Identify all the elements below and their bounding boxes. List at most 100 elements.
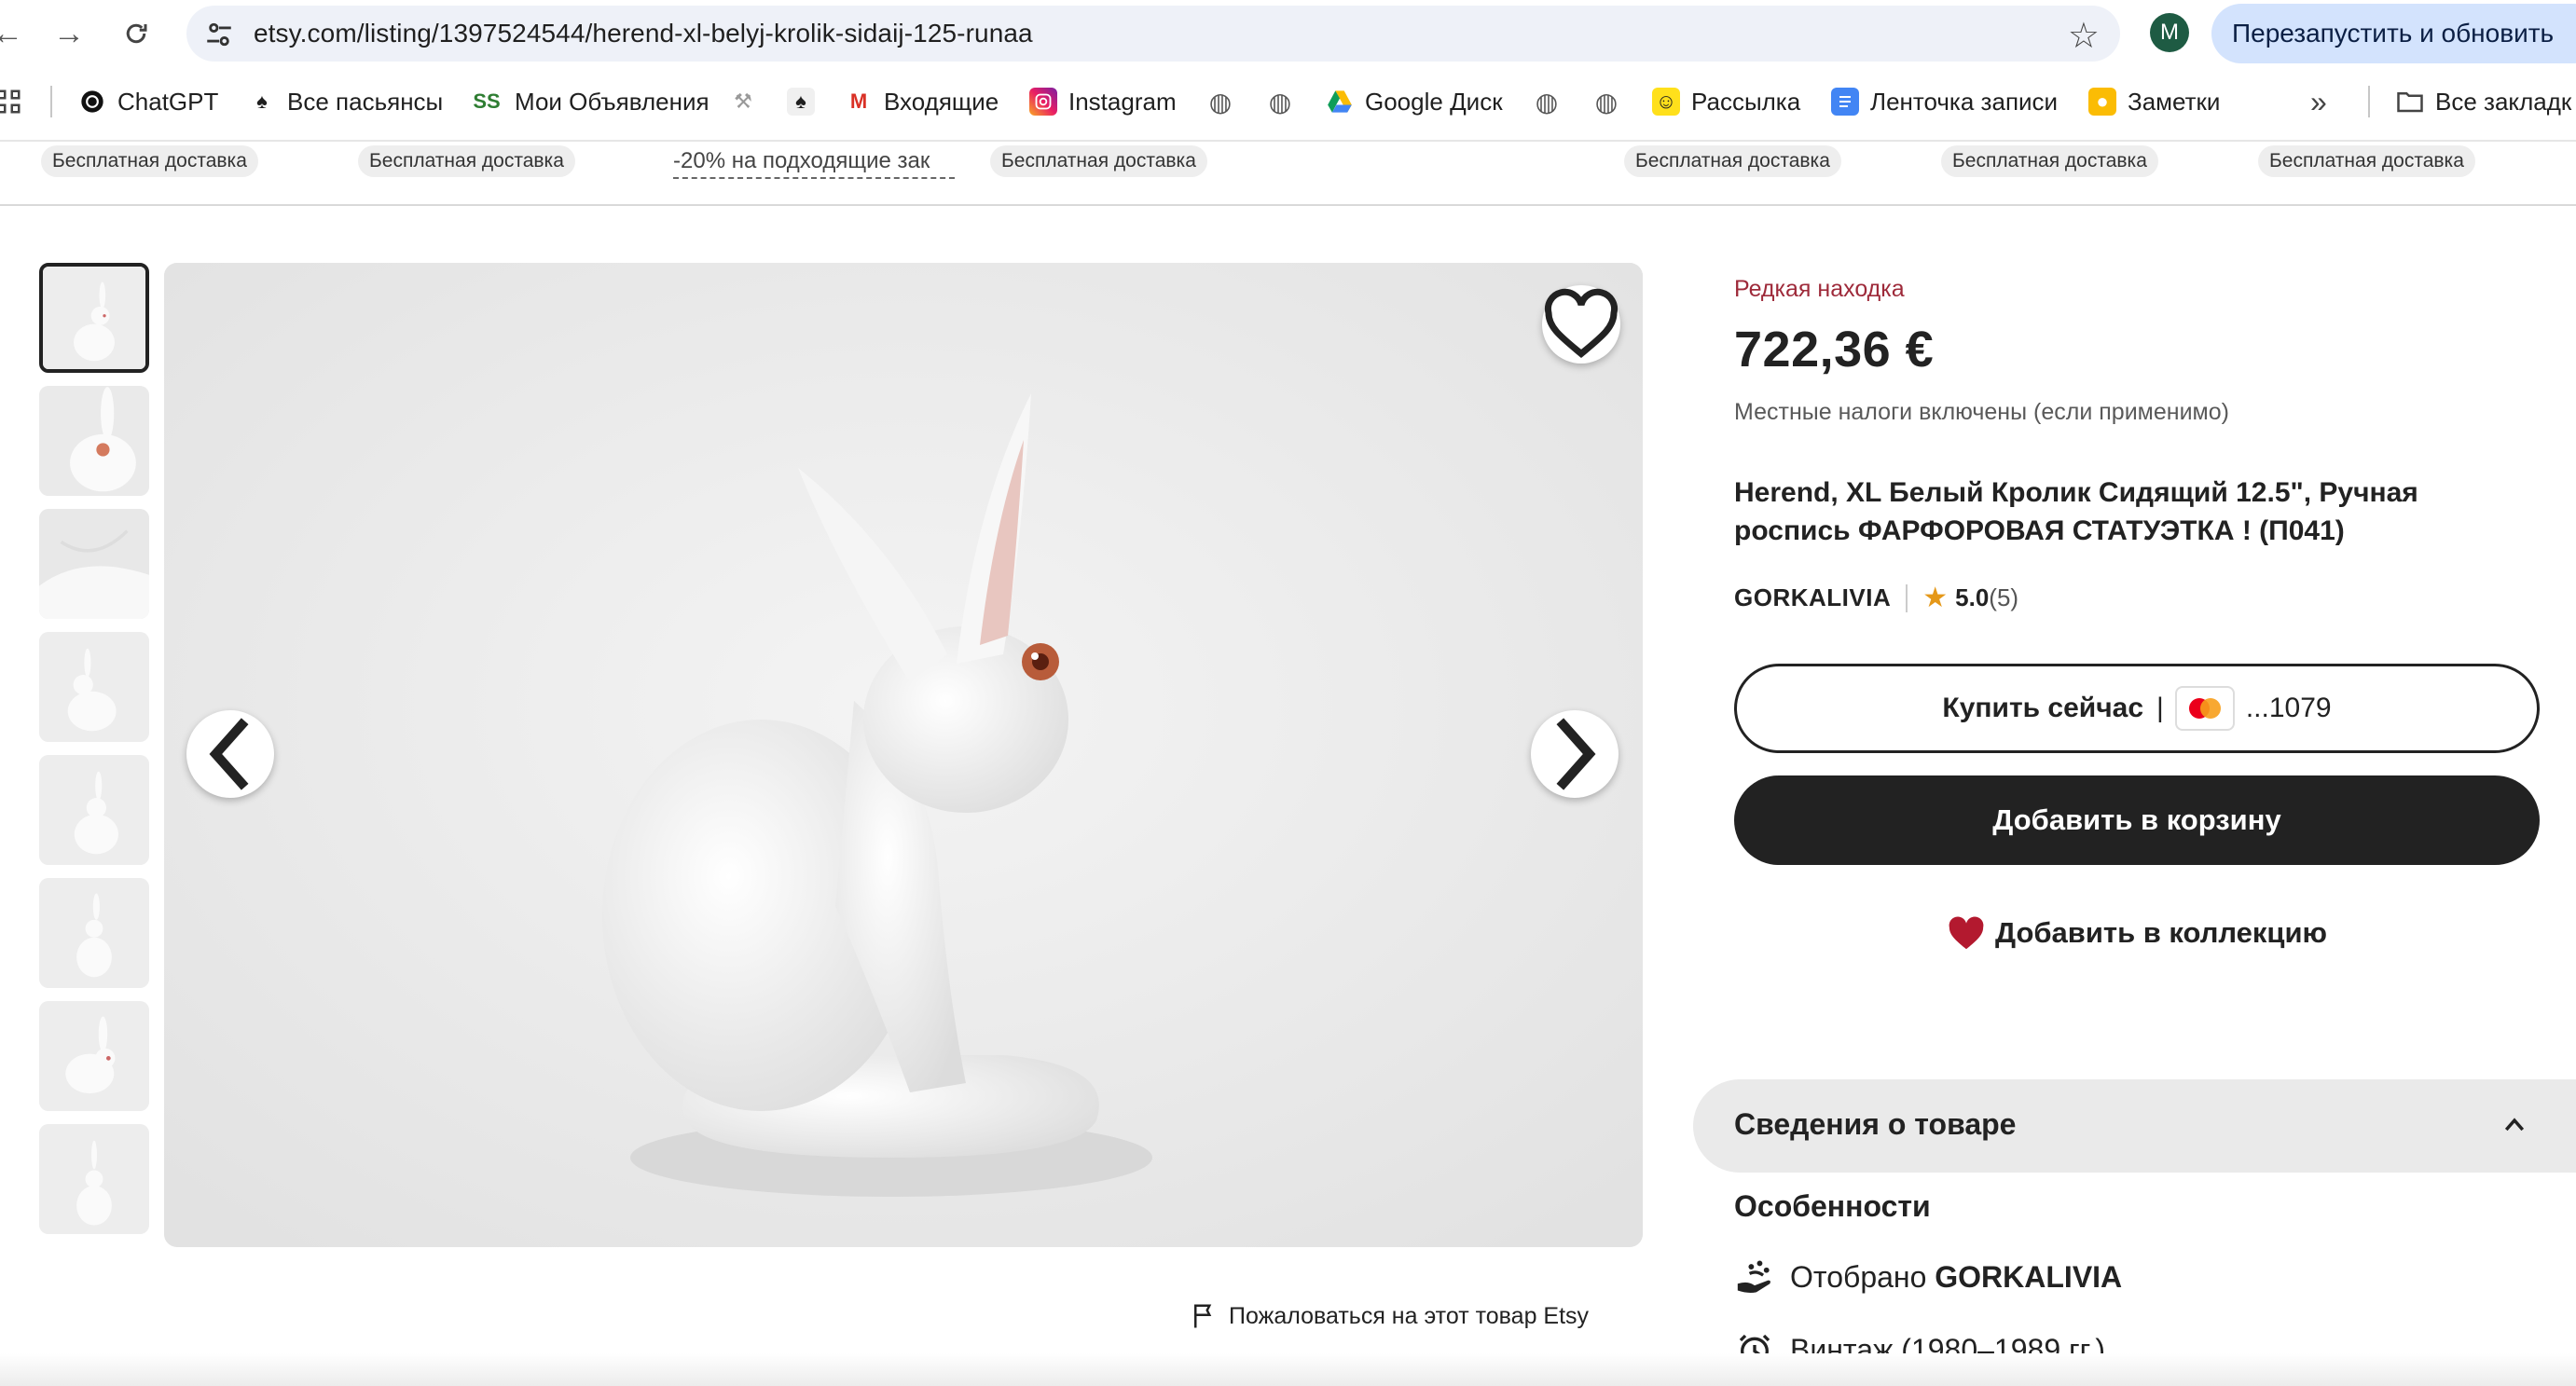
bookmark-label: Рассылка [1691, 87, 1801, 116]
bookmark-label: Заметки [2128, 87, 2221, 116]
main-product-image[interactable] [164, 263, 1643, 1247]
free-shipping-badge: Бесплатная доставка [358, 145, 575, 177]
reload-button[interactable] [116, 13, 157, 54]
bookmark-label: Instagram [1068, 87, 1177, 116]
shop-name-link[interactable]: GORKALIVIA [1734, 583, 1891, 612]
bookmarks-divider [50, 86, 52, 117]
page-bottom-fade [0, 1353, 2576, 1386]
thumbnail-7[interactable] [39, 1001, 149, 1111]
gmail-icon: M [849, 89, 868, 113]
review-count[interactable]: (5) [1989, 583, 2018, 612]
reload-icon [126, 23, 147, 44]
bookmark-appointments[interactable]: Ленточка записи [1831, 78, 2058, 125]
site-settings-icon[interactable] [203, 19, 235, 50]
free-shipping-badge: Бесплатная доставка [1941, 145, 2158, 177]
rating-value[interactable]: 5.0 [1955, 583, 1989, 612]
rabbit-figurine-image [164, 263, 1643, 1247]
folder-icon [2396, 88, 2424, 116]
heart-filled-icon [1949, 916, 1984, 950]
shop-rating-row: GORKALIVIA ★ 5.0 (5) [1734, 582, 2018, 614]
browser-toolbar: ← → etsy.com/listing/1397524544/herend-x… [0, 0, 2576, 67]
thumbnail-6[interactable] [39, 878, 149, 988]
bookmark-label: Google Диск [1365, 87, 1503, 116]
more-bookmarks-button[interactable]: » [2310, 78, 2327, 125]
curated-shop[interactable]: GORKALIVIA [1935, 1260, 2122, 1295]
bookmark-hammer[interactable]: ⚒ [729, 78, 768, 125]
divider [1906, 583, 1908, 612]
forward-button[interactable]: → [48, 13, 90, 54]
thumbnail-2[interactable] [39, 386, 149, 496]
promo-divider [0, 204, 2576, 206]
bookmark-all-solitaires[interactable]: ♠ Все пасьянсы [248, 78, 443, 125]
thumbnail-8[interactable] [39, 1124, 149, 1234]
add-to-collection-button[interactable]: Добавить в коллекцию [1947, 915, 2327, 951]
thumbnail-5[interactable] [39, 755, 149, 865]
discount-link[interactable]: -20% на подходящие зак [673, 145, 955, 179]
flag-icon [1194, 1304, 1212, 1328]
relaunch-update-button[interactable]: Перезапустить и обновить [2211, 4, 2576, 63]
heart-outline-icon [1544, 288, 1619, 359]
thumbnail-4[interactable] [39, 632, 149, 742]
card-last-digits: ...1079 [2245, 693, 2332, 723]
bookmark-notes[interactable]: ● Заметки [2088, 78, 2220, 125]
free-shipping-badge: Бесплатная доставка [2258, 145, 2475, 177]
bookmark-globe-1[interactable]: ◍ [1206, 78, 1246, 125]
mailchimp-icon: ☺ [1652, 88, 1680, 116]
add-to-collection-label: Добавить в коллекцию [1995, 916, 2328, 949]
previous-image-button[interactable] [186, 710, 274, 798]
curated-prefix: Отобрано [1790, 1259, 1935, 1294]
google-docs-icon [1831, 88, 1859, 116]
thumbnail-3[interactable] [39, 509, 149, 619]
buy-now-label: Купить сейчас [1942, 693, 2144, 723]
report-label: Пожаловаться на этот товар Etsy [1229, 1302, 1590, 1329]
bookmark-globe-3[interactable]: ◍ [1533, 78, 1572, 125]
globe-icon: ◍ [1535, 87, 1559, 117]
bookmark-star-icon[interactable]: ☆ [2068, 15, 2100, 57]
keep-icon: ● [2088, 88, 2116, 116]
hand-curated-icon [1734, 1256, 1775, 1297]
bookmark-chatgpt[interactable]: ChatGPT [78, 78, 218, 125]
bookmark-newsletter[interactable]: ☺ Рассылка [1652, 78, 1800, 125]
address-bar[interactable]: etsy.com/listing/1397524544/herend-xl-be… [186, 6, 2120, 62]
thumbnail-1[interactable] [39, 263, 149, 373]
star-icon: ★ [1922, 583, 1949, 613]
features-heading: Особенности [1734, 1189, 1931, 1223]
curated-by-row: Отобрано GORKALIVIA [1734, 1255, 2122, 1299]
ss-icon: SS [473, 89, 501, 113]
chatgpt-icon [78, 88, 106, 116]
free-shipping-badge: Бесплатная доставка [990, 145, 1207, 177]
bookmark-globe-4[interactable]: ◍ [1592, 78, 1632, 125]
bookmark-label: Все закладк [2435, 87, 2572, 116]
free-shipping-badge: Бесплатная доставка [1624, 145, 1841, 177]
url-text[interactable]: etsy.com/listing/1397524544/herend-xl-be… [254, 19, 1033, 48]
apps-grid-icon[interactable] [0, 78, 22, 125]
promo-strip: Бесплатная доставка Бесплатная доставка … [0, 142, 2576, 205]
globe-icon: ◍ [1594, 87, 1619, 117]
free-shipping-badge: Бесплатная доставка [41, 145, 258, 177]
bookmark-label: Все пасьянсы [287, 87, 444, 116]
bookmark-google-drive[interactable]: Google Диск [1326, 78, 1503, 125]
item-details-accordion[interactable]: Сведения о товаре [1693, 1079, 2576, 1173]
rare-find-label: Редкая находка [1734, 276, 1905, 302]
bookmark-gmail-inbox[interactable]: M Входящие [845, 78, 999, 125]
bookmark-instagram[interactable]: Instagram [1029, 78, 1177, 125]
report-item-link[interactable]: Пожаловаться на этот товар Etsy [1190, 1301, 1589, 1331]
bookmarks-divider [2368, 86, 2370, 117]
back-button[interactable]: ← [0, 13, 28, 54]
bookmark-my-ads[interactable]: SS Мои Объявления [470, 78, 709, 125]
bookmark-label: Входящие [884, 87, 999, 116]
add-to-cart-button[interactable]: Добавить в корзину [1734, 775, 2540, 865]
bookmark-spade[interactable]: ♠ [787, 78, 826, 125]
next-image-button[interactable] [1531, 710, 1619, 798]
chevron-up-icon [2504, 1118, 2525, 1132]
chevron-right-icon [1556, 718, 1596, 790]
favorite-button[interactable] [1542, 285, 1620, 364]
profile-avatar[interactable]: M [2150, 13, 2189, 52]
bookmark-globe-2[interactable]: ◍ [1266, 78, 1305, 125]
buy-now-button[interactable]: Купить сейчас | ...1079 [1734, 664, 2540, 753]
spade-icon: ♠ [256, 89, 268, 113]
separator: | [2156, 693, 2164, 723]
tax-note: Местные налоги включены (если применимо) [1734, 399, 2229, 425]
all-bookmarks-folder[interactable]: Все закладк [2396, 78, 2571, 125]
hammer-icon: ⚒ [734, 89, 752, 113]
